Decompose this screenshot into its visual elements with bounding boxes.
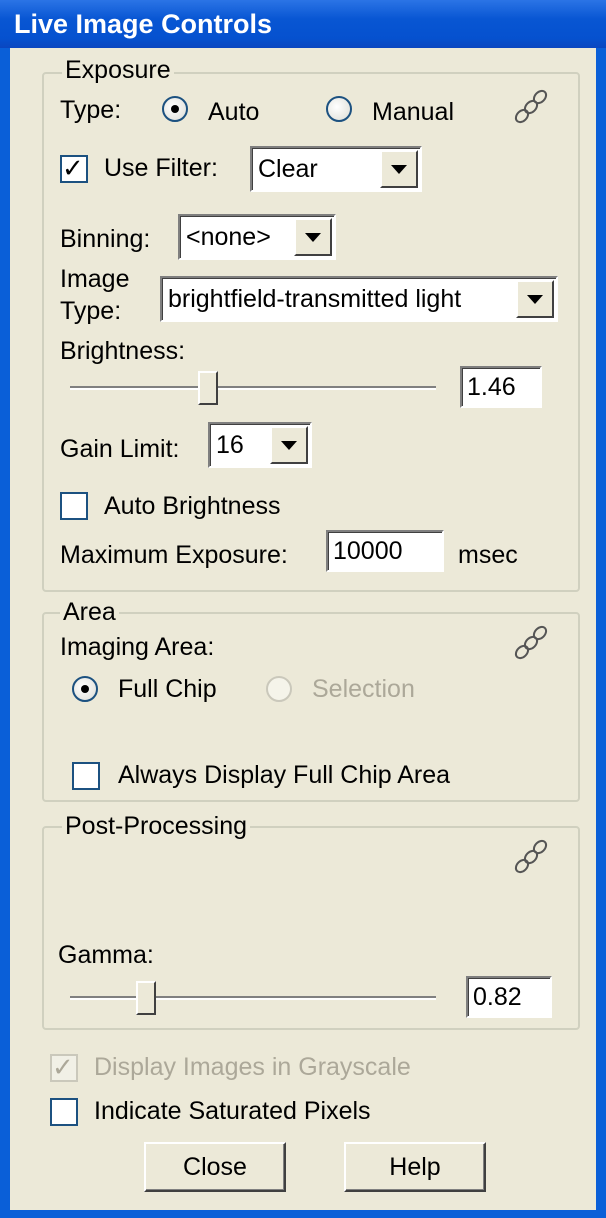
area-group-title: Area (60, 597, 119, 627)
type-manual-radio[interactable] (326, 96, 352, 122)
type-auto-radio[interactable] (162, 96, 188, 122)
selection-radio[interactable] (266, 676, 292, 702)
indicate-saturated-label[interactable]: Indicate Saturated Pixels (94, 1096, 371, 1126)
filter-dropdown-button[interactable] (380, 150, 418, 188)
gamma-label: Gamma: (58, 941, 154, 969)
image-type-label-line1: Image (60, 265, 130, 293)
gain-limit-dropdown-button[interactable] (270, 426, 308, 464)
always-display-full-chip-checkbox[interactable] (72, 762, 100, 790)
brightness-slider-track[interactable] (70, 386, 436, 390)
auto-brightness-label[interactable]: Auto Brightness (104, 491, 281, 521)
binning-select[interactable]: <none> (178, 214, 336, 260)
max-exposure-input[interactable]: 10000 (326, 530, 444, 572)
chevron-down-icon (391, 165, 407, 174)
use-filter-checkbox[interactable]: ✓ (60, 153, 88, 183)
close-button[interactable]: Close (144, 1142, 286, 1192)
brightness-slider-thumb[interactable] (198, 371, 218, 405)
post-processing-group-title: Post-Processing (62, 811, 251, 841)
full-chip-label[interactable]: Full Chip (118, 674, 217, 704)
chevron-down-icon (281, 441, 297, 450)
type-label: Type: (60, 96, 122, 124)
gamma-input[interactable]: 0.82 (466, 976, 552, 1018)
image-type-label-line2: Type: (60, 297, 122, 325)
help-button[interactable]: Help (344, 1142, 486, 1192)
imaging-area-label: Imaging Area: (60, 633, 215, 661)
image-type-select-value: brightfield-transmitted light (168, 285, 462, 313)
image-type-dropdown-button[interactable] (516, 280, 554, 318)
post-processing-link-icon[interactable] (512, 836, 552, 876)
max-exposure-unit: msec (458, 541, 518, 569)
brightness-label: Brightness: (60, 337, 186, 365)
selection-label[interactable]: Selection (312, 674, 415, 704)
area-link-icon[interactable] (512, 622, 552, 662)
always-display-full-chip-label[interactable]: Always Display Full Chip Area (118, 760, 450, 790)
binning-label: Binning: (60, 225, 151, 253)
max-exposure-label: Maximum Exposure: (60, 541, 288, 569)
type-auto-label[interactable]: Auto (208, 97, 259, 127)
gamma-slider-track[interactable] (70, 996, 436, 1000)
grayscale-checkbox[interactable]: ✓ (50, 1052, 78, 1082)
window-title: Live Image Controls (0, 0, 606, 48)
exposure-link-icon[interactable] (512, 86, 552, 126)
type-manual-label[interactable]: Manual (372, 97, 454, 127)
exposure-group-title: Exposure (62, 55, 174, 85)
checkmark-icon: ✓ (52, 1052, 74, 1082)
brightness-input[interactable]: 1.46 (460, 366, 542, 408)
filter-select[interactable]: Clear (250, 146, 422, 192)
radio-selected-dot (171, 105, 179, 113)
gamma-slider-thumb[interactable] (136, 981, 156, 1015)
grayscale-label[interactable]: Display Images in Grayscale (94, 1052, 411, 1082)
filter-select-value: Clear (258, 155, 318, 183)
chevron-down-icon (305, 233, 321, 242)
use-filter-label: Use Filter: (104, 154, 218, 182)
gain-limit-label: Gain Limit: (60, 435, 180, 463)
image-type-select[interactable]: brightfield-transmitted light (160, 276, 558, 322)
radio-selected-dot (81, 685, 89, 693)
chevron-down-icon (527, 295, 543, 304)
binning-select-value: <none> (186, 223, 271, 251)
indicate-saturated-checkbox[interactable] (50, 1098, 78, 1126)
binning-dropdown-button[interactable] (294, 218, 332, 256)
checkmark-icon: ✓ (62, 153, 84, 183)
gain-limit-select-value: 16 (216, 431, 244, 459)
gain-limit-select[interactable]: 16 (208, 422, 312, 468)
full-chip-radio[interactable] (72, 676, 98, 702)
auto-brightness-checkbox[interactable] (60, 492, 88, 520)
